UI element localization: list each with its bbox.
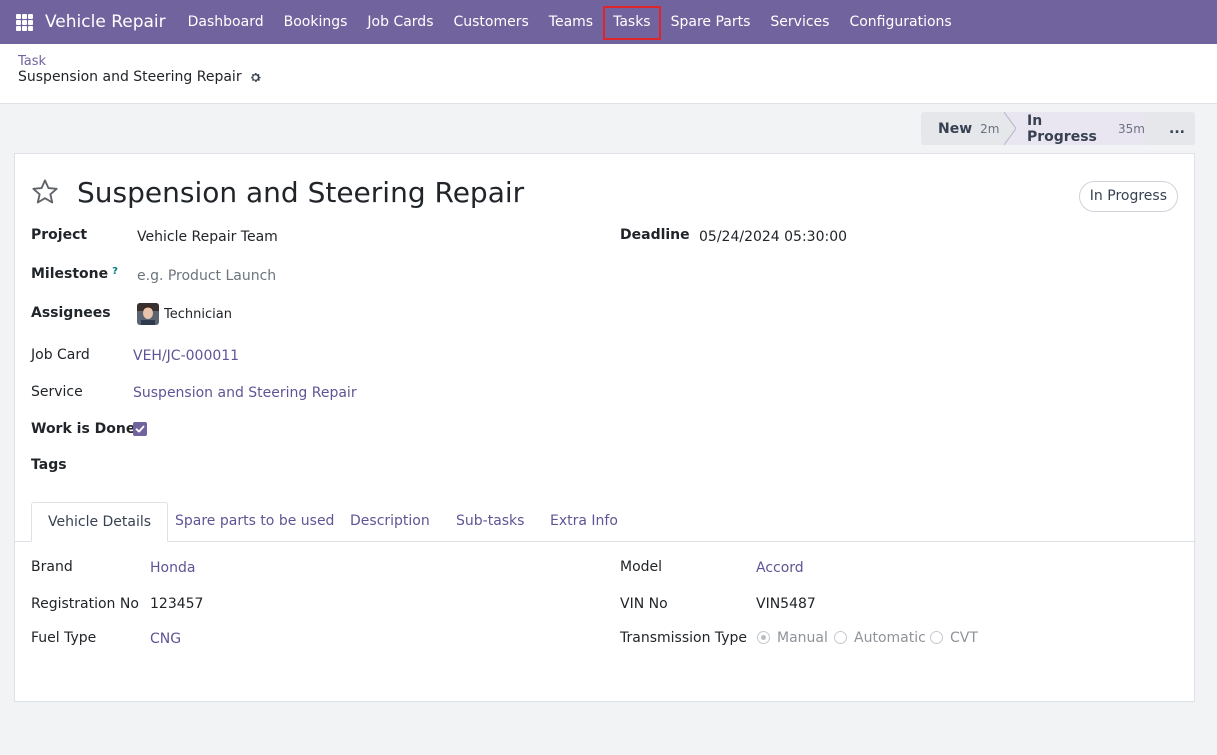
nav-tasks[interactable]: Tasks [603,0,661,44]
transmission-radio-manual[interactable] [757,631,770,644]
task-title[interactable]: Suspension and Steering Repair [77,176,524,209]
star-icon[interactable] [31,178,59,206]
stage-more-button[interactable]: ... [1145,112,1195,145]
work-done-checkbox[interactable] [133,422,147,436]
transmission-radio-automatic[interactable] [834,631,847,644]
avatar [137,303,159,325]
tab-extra-info[interactable]: Extra Info [534,502,634,542]
checkmark-icon [135,425,145,433]
registration-field[interactable]: 123457 [150,596,203,612]
model-label: Model [620,559,663,575]
assignee-name[interactable]: Technician [164,307,232,322]
transmission-option-cvt: CVT [950,630,978,646]
work-done-label: Work is Done [31,421,136,437]
job-card-link[interactable]: VEH/JC-000011 [133,348,239,364]
control-panel: Task Suspension and Steering Repair [0,44,1217,104]
job-card-label: Job Card [31,347,90,363]
nav-spare-parts[interactable]: Spare Parts [661,0,761,44]
brand-label: Brand [31,559,73,575]
help-tooltip-icon[interactable]: ? [112,266,118,277]
project-field[interactable]: Vehicle Repair Team [137,229,278,245]
stage-new-name: New [938,120,973,137]
vin-field[interactable]: VIN5487 [756,596,816,612]
transmission-radio-cvt[interactable] [930,631,943,644]
tab-vehicle-details[interactable]: Vehicle Details [31,502,169,542]
assignees-label: Assignees [31,305,111,321]
project-label: Project [31,227,88,243]
nav-customers[interactable]: Customers [443,0,538,44]
stage-new[interactable]: New 2m [921,112,1005,145]
form-sheet: Suspension and Steering Repair In Progre… [14,153,1196,702]
transmission-label: Transmission Type [620,630,748,646]
breadcrumb-current: Suspension and Steering Repair [18,69,262,85]
tab-sub-tasks[interactable]: Sub-tasks [440,502,540,542]
brand-link[interactable]: Honda [150,560,195,576]
nav-configurations[interactable]: Configurations [839,0,961,44]
milestone-input[interactable]: e.g. Product Launch [137,268,276,284]
stage-new-duration: 2m [980,121,1000,136]
nav-teams[interactable]: Teams [539,0,603,44]
milestone-label-text: Milestone [31,266,109,282]
nav-dashboard[interactable]: Dashboard [178,0,274,44]
transmission-option-manual: Manual [777,630,828,646]
tab-spare-parts[interactable]: Spare parts to be used [159,502,350,542]
stage-arrow-left [1004,112,1016,145]
apps-menu-icon[interactable] [16,13,33,31]
notebook-tabs: Vehicle Details Spare parts to be used D… [15,502,1196,542]
stage-statusbar: New 2m In Progress 35m ... [921,112,1195,145]
gear-icon[interactable] [249,71,262,84]
breadcrumb-parent[interactable]: Task [18,54,46,69]
registration-label: Registration No [31,596,139,612]
transmission-option-automatic: Automatic [854,630,926,646]
tags-label: Tags [31,457,67,473]
breadcrumb-current-label: Suspension and Steering Repair [18,69,242,85]
top-navbar: Vehicle Repair Dashboard Bookings Job Ca… [0,0,1217,44]
fuel-type-field[interactable]: CNG [150,631,181,647]
deadline-field[interactable]: 05/24/2024 05:30:00 [699,229,847,245]
nav-job-cards[interactable]: Job Cards [357,0,443,44]
tab-description[interactable]: Description [334,502,446,542]
nav-bookings[interactable]: Bookings [274,0,358,44]
state-badge[interactable]: In Progress [1078,181,1178,212]
milestone-label: Milestone? [31,266,118,282]
service-link[interactable]: Suspension and Steering Repair [133,385,357,401]
nav-services[interactable]: Services [760,0,839,44]
stage-in-progress-name: In Progress [1027,112,1097,145]
stage-in-progress-duration: 35m [1118,121,1145,136]
fuel-type-label: Fuel Type [31,630,97,646]
deadline-label: Deadline [620,227,690,243]
vin-label: VIN No [620,596,668,612]
model-link[interactable]: Accord [756,560,804,576]
stage-in-progress[interactable]: In Progress 35m [1004,112,1157,145]
app-brand[interactable]: Vehicle Repair [45,12,166,32]
service-label: Service [31,384,83,400]
